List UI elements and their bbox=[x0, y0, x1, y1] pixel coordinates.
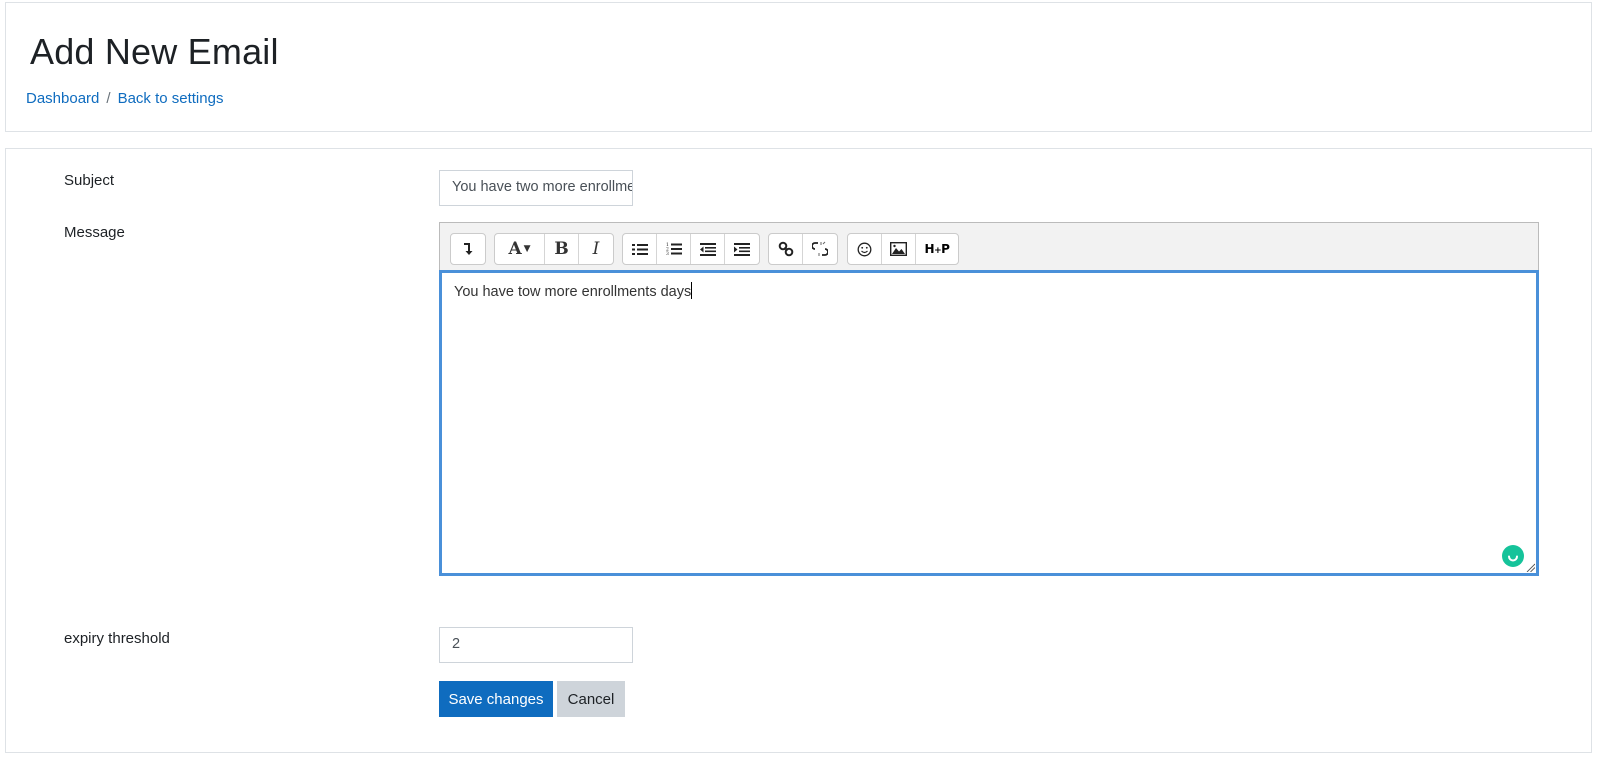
ordered-list-button[interactable]: 123 bbox=[657, 234, 691, 264]
message-label: Message bbox=[64, 224, 125, 241]
toolbar-group-style: A ▼ B I bbox=[494, 233, 614, 265]
emoticon-button[interactable] bbox=[848, 234, 882, 264]
italic-button[interactable]: I bbox=[579, 234, 613, 264]
unlink-button[interactable] bbox=[803, 234, 837, 264]
editor-toolbar: A ▼ B I 123 H+P bbox=[439, 222, 1539, 270]
link-button[interactable] bbox=[769, 234, 803, 264]
emoticon-icon bbox=[857, 242, 872, 256]
breadcrumb: Dashboard / Back to settings bbox=[26, 90, 223, 107]
bold-button[interactable]: B bbox=[545, 234, 579, 264]
cancel-button[interactable]: Cancel bbox=[557, 681, 625, 717]
resize-handle-icon[interactable] bbox=[1526, 563, 1535, 572]
unlink-icon bbox=[812, 241, 828, 256]
unordered-list-button[interactable] bbox=[623, 234, 657, 264]
expiry-threshold-input[interactable]: 2 bbox=[439, 627, 633, 663]
font-color-icon: A bbox=[508, 239, 522, 259]
breadcrumb-dashboard-link[interactable]: Dashboard bbox=[26, 90, 99, 107]
image-button[interactable] bbox=[882, 234, 916, 264]
breadcrumb-separator: / bbox=[106, 90, 111, 107]
toolbar-group-links bbox=[768, 233, 838, 265]
message-editor: A ▼ B I 123 H+P You have tow more enroll… bbox=[439, 222, 1539, 576]
svg-text:3: 3 bbox=[666, 251, 669, 256]
bold-icon: B bbox=[554, 239, 569, 259]
save-changes-button[interactable]: Save changes bbox=[439, 681, 553, 717]
subject-label: Subject bbox=[64, 172, 115, 189]
expiry-threshold-label: expiry threshold bbox=[64, 630, 170, 647]
page-title: Add New Email bbox=[30, 31, 279, 72]
page-header: Add New Email Dashboard / Back to settings bbox=[5, 2, 1592, 132]
chevron-down-icon: ▼ bbox=[523, 244, 531, 254]
font-color-button[interactable]: A ▼ bbox=[495, 234, 545, 264]
h5p-button[interactable]: H+P bbox=[916, 234, 958, 264]
italic-icon: I bbox=[592, 239, 600, 259]
unordered-list-icon bbox=[631, 243, 648, 255]
grammarly-icon[interactable] bbox=[1502, 545, 1524, 567]
image-icon bbox=[890, 242, 907, 256]
email-form: Subject You have two more enrollments da… bbox=[5, 148, 1592, 753]
message-textarea[interactable]: You have tow more enrollments days bbox=[439, 270, 1539, 576]
indent-button[interactable] bbox=[725, 234, 759, 264]
toolbar-toggle-icon bbox=[464, 243, 473, 255]
outdent-button[interactable] bbox=[691, 234, 725, 264]
text-cursor bbox=[691, 282, 693, 299]
indent-icon bbox=[734, 242, 750, 256]
toolbar-toggle-button[interactable] bbox=[451, 234, 485, 264]
link-icon bbox=[778, 241, 793, 257]
h5p-icon: H+P bbox=[924, 242, 950, 256]
outdent-icon bbox=[699, 242, 716, 256]
toolbar-group-lists: 123 bbox=[622, 233, 760, 265]
ordered-list-icon: 123 bbox=[666, 242, 682, 256]
toolbar-group-collapse bbox=[450, 233, 486, 265]
breadcrumb-back-to-settings-link[interactable]: Back to settings bbox=[118, 90, 224, 107]
message-text: You have tow more enrollments days bbox=[454, 284, 692, 300]
subject-input[interactable]: You have two more enrollments days bbox=[439, 170, 633, 206]
toolbar-group-insert: H+P bbox=[847, 233, 959, 265]
